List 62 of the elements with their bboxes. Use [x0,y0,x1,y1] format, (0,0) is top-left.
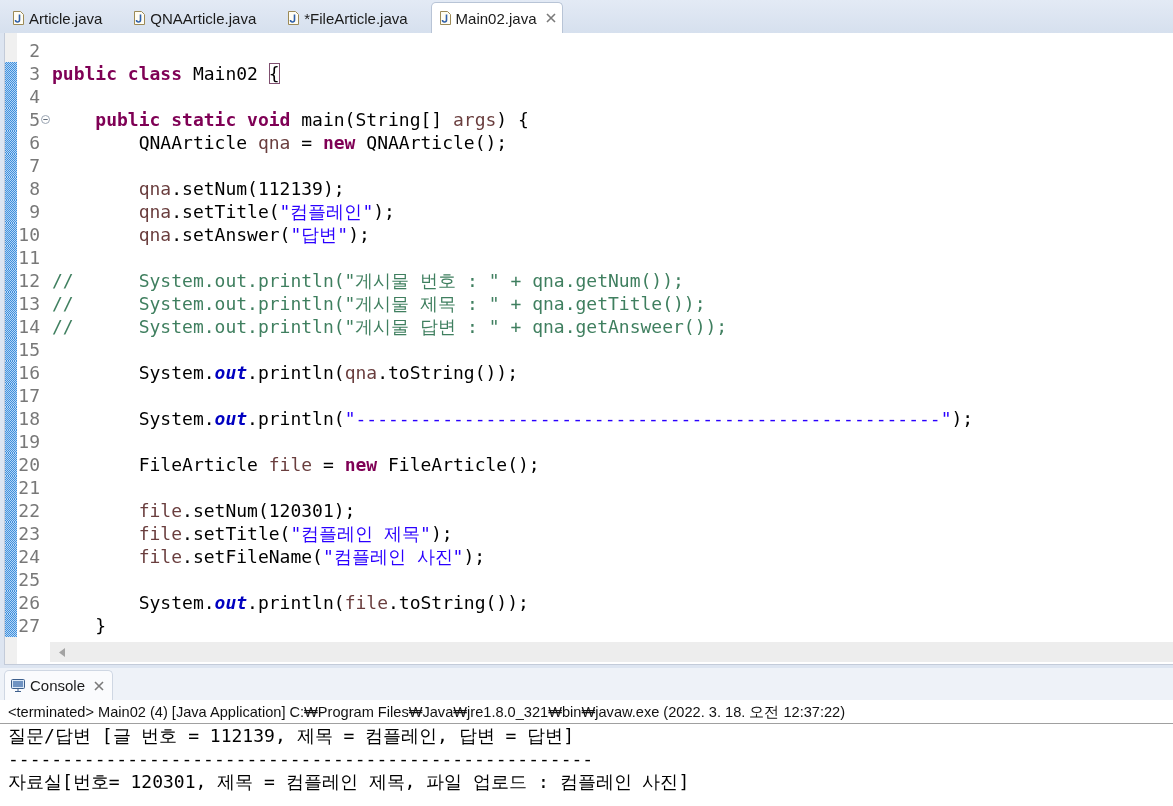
scroll-left-icon[interactable] [59,647,65,657]
code-line: file.setFileName("컴플레인 사진"); [137,545,486,568]
file-icon [134,11,146,25]
line-number: 5 [29,108,40,131]
line-number: 26 [18,591,40,614]
code-line: FileArticle file = new FileArticle(); [137,453,540,476]
line-number: 23 [18,522,40,545]
line-number: 2 [29,39,40,62]
line-number: 27 [18,614,40,637]
horizontal-scrollbar[interactable] [50,642,1173,662]
close-icon[interactable] [545,13,556,23]
file-icon [13,11,24,25]
code-line: System.out.println(qna.toString()); [137,361,519,384]
code-line: // System.out.println("게시물 답변 : " + qna.getAnsweer()); [51,315,728,338]
code-line: } [94,614,107,637]
code-line: qna.setNum(112139); [137,177,345,200]
console-output-line: ------------------------------------------------------ [7,747,594,770]
line-number: 25 [18,568,40,591]
line-number: 16 [18,361,40,384]
file-icon [439,11,451,25]
line-number: 21 [18,476,40,499]
line-number: 24 [18,545,40,568]
editor-tab[interactable]: QNAArticle.java [125,2,280,33]
editor-tab[interactable]: *FileArticle.java [279,2,431,33]
monitor-icon [11,679,25,692]
line-number: 11 [18,246,40,269]
line-number: 15 [18,338,40,361]
console-output-line: 질문/답변 [글 번호 = 112139, 제목 = 컴플레인, 답변 = 답변] [7,724,575,747]
line-number: 9 [29,200,40,223]
line-number: 18 [18,407,40,430]
code-line: QNAArticle qna = new QNAArticle(); [137,131,508,154]
line-number: 10 [18,223,40,246]
code-line: // System.out.println("게시물 번호 : " + qna.getNum()); [51,269,684,292]
console-tab[interactable]: Console [4,670,114,700]
code-line: // System.out.println("게시물 제목 : " + qna.getTitle()); [51,292,706,315]
code-line: file.setTitle("컴플레인 제목"); [137,522,453,545]
console-output-line: 자료실[번호= 120301, 제목 = 컴플레인 제목, 파일 업로드 : 컴플레인 사진] [7,770,690,793]
code-line: public class Main02 { [51,62,280,85]
line-number: 3 [29,62,40,85]
code-line: qna.setTitle("컴플레인"); [137,200,395,223]
line-number: 19 [18,430,40,453]
line-number: 6 [29,131,40,154]
line-number: 20 [18,453,40,476]
code-line: qna.setAnswer("답변"); [137,223,370,246]
code-line: System.out.println("------------------------------------------------------"); [137,407,974,430]
line-number: 7 [29,154,40,177]
line-number: 22 [18,499,40,522]
line-number: 17 [18,384,40,407]
process-status-text: <terminated> Main02 (4) [Java Application] C:₩Program Files₩Java₩jre1.8.0_321₩bin₩javaw.exe (2022. 3. 18. 오전 12:37:22) [7,703,846,722]
line-number: 14 [18,315,40,338]
file-icon [288,11,300,25]
editor-tab[interactable]: Main02.java [430,2,563,33]
code-line: public static void main(String[] args) { [94,108,529,131]
close-icon[interactable] [94,680,105,691]
line-number: 13 [18,292,40,315]
line-number: 8 [29,177,40,200]
editor-tab[interactable]: Article.java [4,2,126,33]
code-line: file.setNum(120301); [137,499,356,522]
line-number: 12 [18,269,40,292]
line-number: 4 [29,85,40,108]
collapse-icon[interactable] [41,115,50,124]
code-line: System.out.println(file.toString()); [137,591,529,614]
